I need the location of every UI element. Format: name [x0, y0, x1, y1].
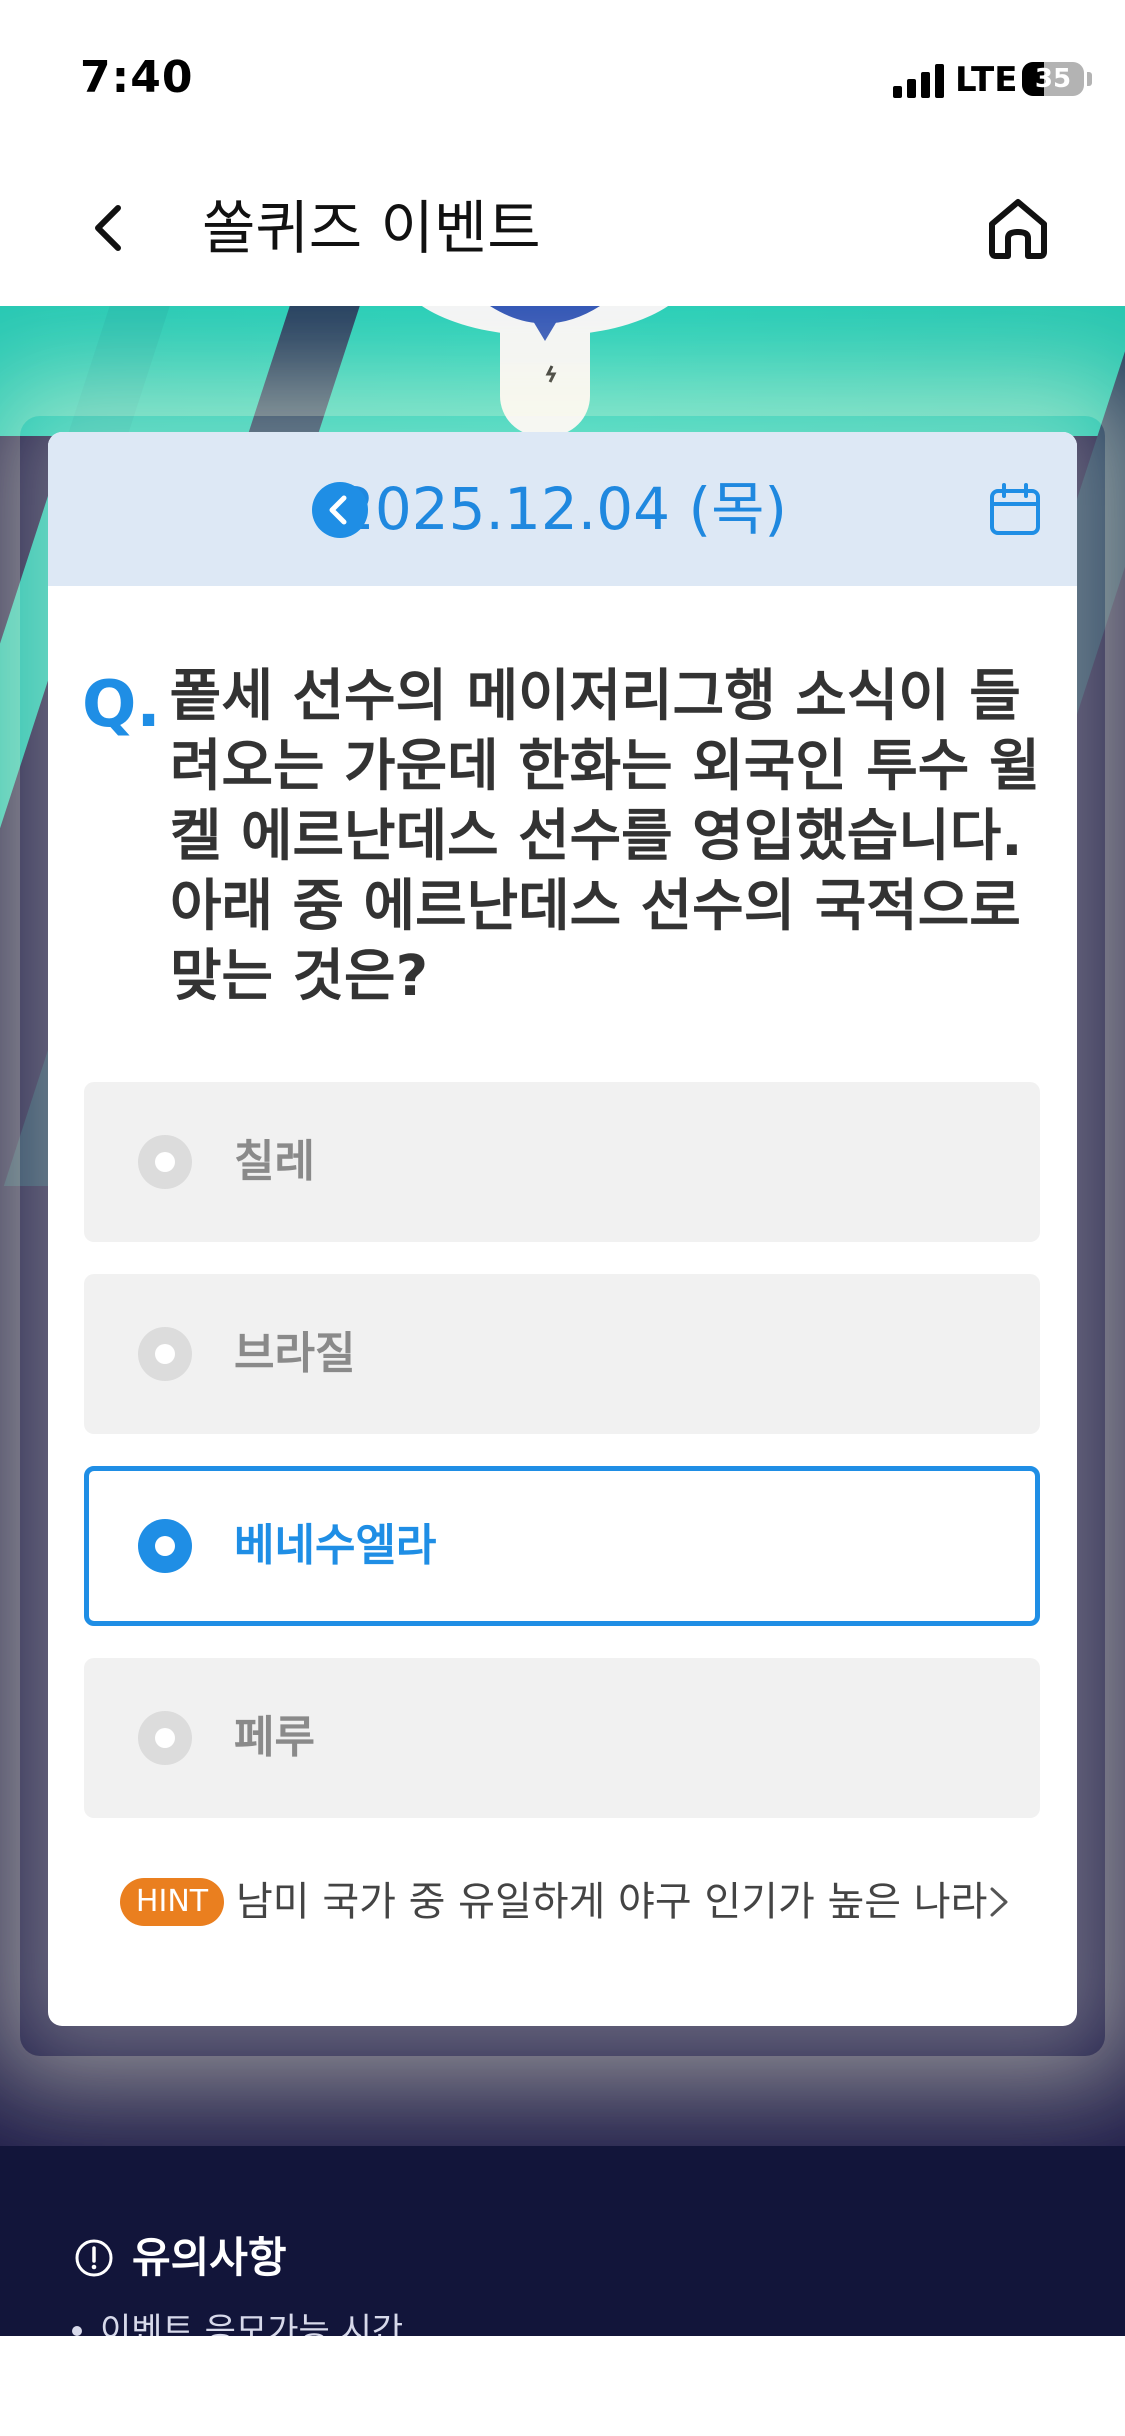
chevron-left-icon: [95, 205, 121, 251]
radio-selected-icon: [138, 1519, 192, 1573]
info-icon: [75, 2239, 113, 2277]
question-text: 퐅세 선수의 메이저리그행 소식이 들려오는 가운데 한화는 외국인 투수 윌켈…: [170, 664, 1041, 1009]
chevron-right-icon: [990, 1887, 1008, 1917]
app-header: 쏠퀴즈 이벤트: [0, 150, 1125, 306]
answer-option-1[interactable]: 칠레: [84, 1082, 1040, 1242]
radio-icon: [138, 1327, 192, 1381]
question-prefix: Q.: [82, 668, 161, 742]
bottom-safe-area: [0, 2336, 1125, 2436]
home-button[interactable]: [978, 188, 1058, 268]
notice-section: 유의사항 이벤트 응모가능 시간: [0, 2146, 1125, 2336]
battery-icon: 35: [1022, 62, 1084, 96]
quiz-date: 2025.12.04 (목): [337, 475, 788, 543]
answer-option-label: 페루: [234, 1712, 315, 1763]
signal-icon: [893, 62, 947, 98]
hint-text: 남미 국가 중 유일하게 야구 인기가 높은 나라: [236, 1879, 988, 1925]
radio-icon: [138, 1135, 192, 1189]
status-bar: 7:40 LTE 35: [0, 0, 1125, 150]
answer-option-3[interactable]: 베네수엘라: [84, 1466, 1040, 1626]
hint-link[interactable]: HINT 남미 국가 중 유일하게 야구 인기가 높은 나라: [120, 1872, 1020, 1932]
prev-date-button[interactable]: [312, 482, 368, 538]
calendar-icon: [990, 483, 1040, 535]
notice-bullet: [72, 2326, 82, 2336]
calendar-button[interactable]: [987, 482, 1043, 538]
radio-icon: [138, 1711, 192, 1765]
date-bar: 2025.12.04 (목): [48, 432, 1077, 586]
answer-option-label: 브라질: [234, 1328, 356, 1379]
back-button[interactable]: [70, 188, 150, 268]
notice-title: 유의사항: [132, 2233, 287, 2282]
page-title: 쏠퀴즈 이벤트: [202, 194, 541, 262]
answer-option-label: 칠레: [234, 1136, 315, 1187]
quiz-card: 2025.12.04 (목) Q. 퐅세 선수의 메이저리그행 소식이 들려오는…: [48, 432, 1077, 2026]
battery-level: 35: [1034, 64, 1072, 94]
answer-option-2[interactable]: 브라질: [84, 1274, 1040, 1434]
notice-item: 이벤트 응모가능 시간: [100, 2311, 404, 2336]
hint-badge: HINT: [120, 1878, 224, 1926]
chevron-left-icon: [329, 495, 347, 525]
answer-option-4[interactable]: 페루: [84, 1658, 1040, 1818]
answer-option-label: 베네수엘라: [234, 1520, 437, 1571]
battery-nub: [1087, 72, 1092, 86]
status-time: 7:40: [80, 52, 194, 103]
network-label: LTE: [955, 60, 1018, 100]
home-icon: [989, 199, 1047, 259]
